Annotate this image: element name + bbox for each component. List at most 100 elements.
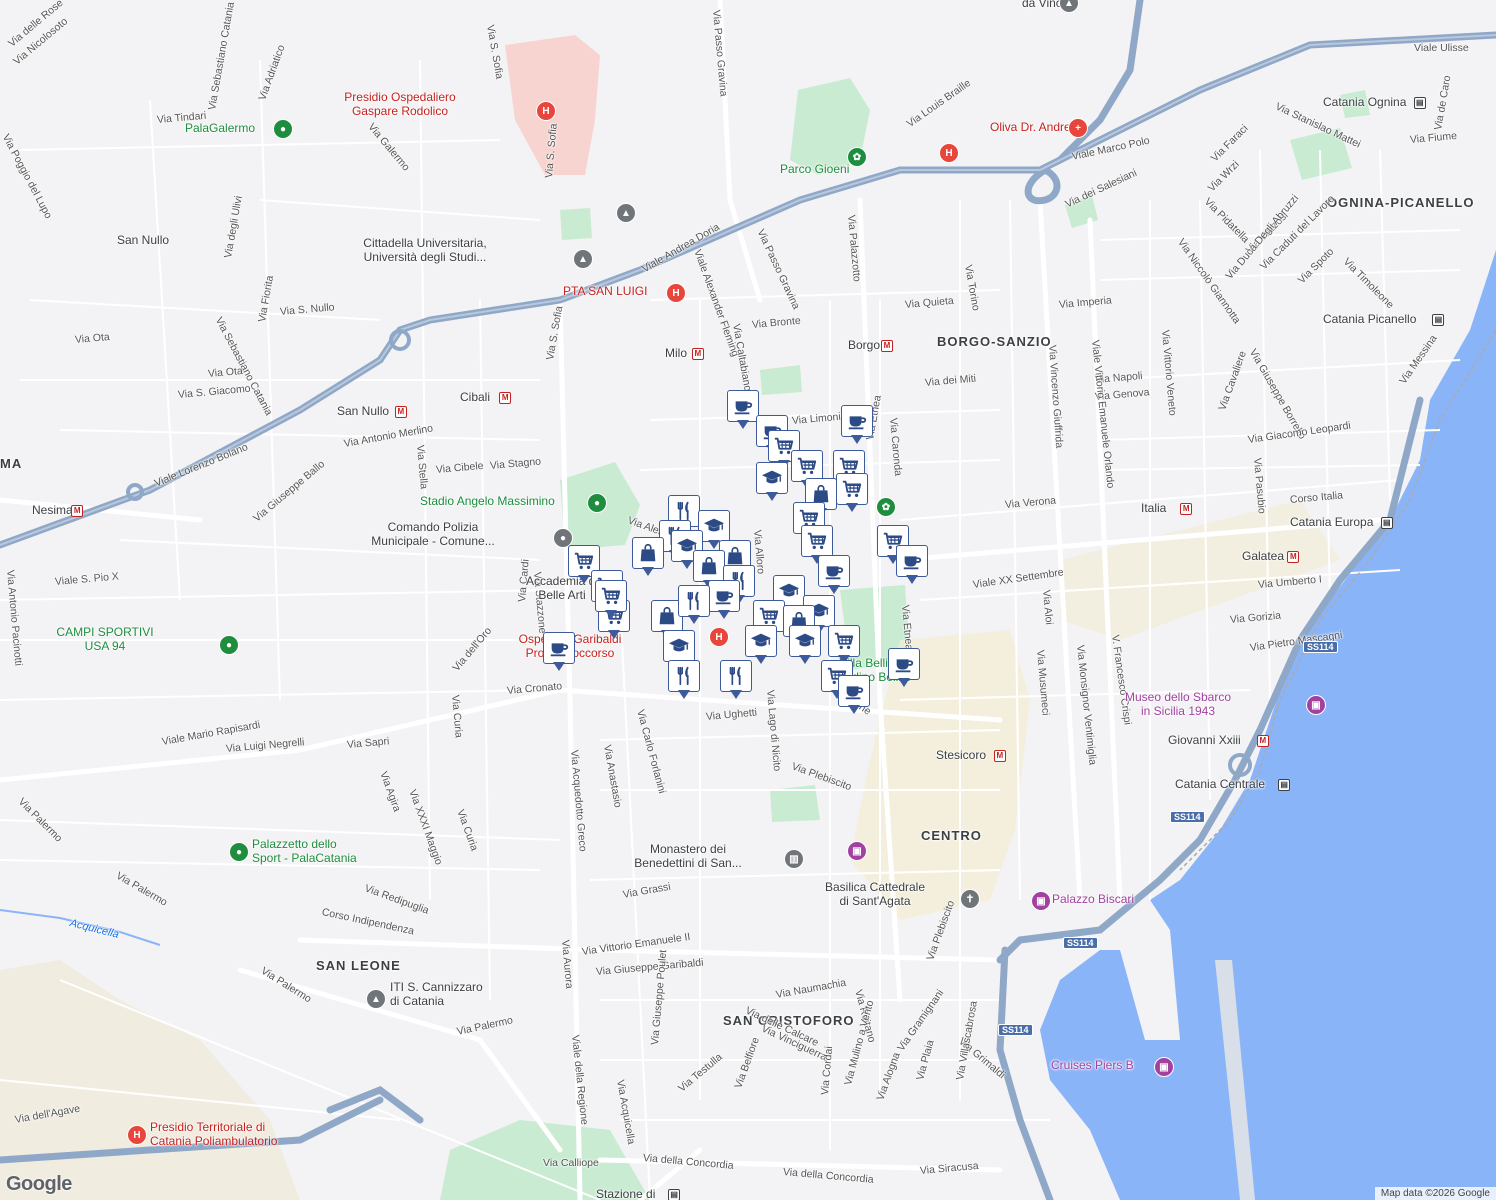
hospital-icon[interactable]: H: [127, 1125, 147, 1145]
sport-icon[interactable]: ●: [219, 635, 239, 655]
metro-label-stesicoro: Stesicoro: [936, 748, 987, 762]
park-icon[interactable]: ✿: [847, 147, 867, 167]
marker-pointer: [608, 630, 620, 639]
marker-pointer: [851, 435, 863, 444]
bag-marker[interactable]: [632, 537, 666, 577]
marker-pointer: [553, 662, 565, 671]
coffee-icon: [818, 555, 850, 587]
coffee-icon: [841, 405, 873, 437]
coffee-marker[interactable]: [841, 405, 875, 445]
park-icon[interactable]: ✿: [876, 497, 896, 517]
metro-icon[interactable]: M: [993, 750, 1006, 762]
marker-pointer: [737, 420, 749, 429]
marker-pointer: [688, 615, 700, 624]
district-label-nesima-fragment: MA: [0, 456, 23, 471]
marker-pointer: [730, 690, 742, 699]
road-shield-ss114c: SS114: [1063, 937, 1098, 949]
coffee-marker[interactable]: [888, 648, 922, 688]
metro-icon[interactable]: M: [1287, 551, 1300, 563]
district-label-ognina-picanello: OGNINA-PICANELLO: [1327, 195, 1475, 210]
coffee-marker[interactable]: [838, 675, 872, 715]
coffee-marker[interactable]: [543, 632, 577, 672]
education-marker[interactable]: [756, 462, 790, 502]
monument-icon[interactable]: ▥: [784, 849, 804, 869]
marker-pointer: [906, 575, 918, 584]
metro-label-nesima: Nesima: [32, 503, 73, 517]
google-logo[interactable]: Google: [6, 1173, 72, 1196]
map-attribution[interactable]: Map data ©2026 Google: [1374, 1187, 1496, 1200]
hospital-icon[interactable]: H: [709, 627, 729, 647]
metro-label-italia: Italia: [1141, 501, 1167, 515]
marker-pointer: [578, 575, 590, 584]
education-icon: [789, 625, 821, 657]
cart-marker[interactable]: [828, 625, 862, 665]
restaurant-icon: [720, 660, 752, 692]
metro-icon[interactable]: M: [71, 505, 84, 517]
train-station-icon[interactable]: ▤: [1432, 314, 1445, 326]
metro-icon[interactable]: M: [881, 340, 893, 352]
train-station-icon[interactable]: ▤: [668, 1189, 681, 1200]
museum-icon[interactable]: ▣: [1306, 695, 1326, 715]
sport-icon[interactable]: ●: [273, 119, 293, 139]
station-label-ognina: Catania Ognina: [1323, 95, 1407, 109]
coffee-marker[interactable]: [818, 555, 852, 595]
education-icon: [663, 630, 695, 662]
place-label-palagalermo: PalaGalermo: [185, 121, 256, 135]
restaurant-marker[interactable]: [720, 660, 754, 700]
sport-icon[interactable]: ●: [229, 842, 249, 862]
station-label-europa: Catania Europa: [1290, 515, 1374, 529]
place-label-benedettini: Monastero dei Benedettini di San...: [634, 842, 742, 870]
metro-icon[interactable]: M: [499, 392, 512, 404]
district-label-borgo-sanzio: BORGO-SANZIO: [937, 334, 1052, 349]
education-marker[interactable]: [745, 625, 779, 665]
coffee-marker[interactable]: [896, 545, 930, 585]
coffee-icon: [896, 545, 928, 577]
hospital-icon[interactable]: H: [939, 143, 959, 163]
metro-icon[interactable]: M: [394, 406, 407, 418]
field-west: [0, 960, 300, 1200]
cart-icon: [828, 625, 860, 657]
place-label-campi: CAMPI SPORTIVI USA 94: [56, 625, 154, 653]
education-icon[interactable]: ▲: [616, 203, 636, 223]
coffee-icon: [888, 648, 920, 680]
coffee-icon: [708, 580, 740, 612]
hospital-icon[interactable]: H: [536, 101, 556, 121]
restaurant-marker[interactable]: [668, 660, 702, 700]
highway-inner: [0, 34, 1496, 546]
marker-pointer: [799, 655, 811, 664]
train-station-icon[interactable]: ▤: [1380, 517, 1393, 529]
marker-pointer: [846, 503, 858, 512]
marker-pointer: [828, 585, 840, 594]
restaurant-icon: [678, 585, 710, 617]
metro-icon[interactable]: M: [1256, 735, 1269, 747]
map-canvas[interactable]: San Nullo BORGO-SANZIO OGNINA-PICANELLO CEN…: [0, 0, 1496, 1200]
station-label-picanello: Catania Picanello: [1323, 312, 1417, 326]
museum-icon[interactable]: ▣: [1031, 891, 1051, 911]
marker-pointer: [642, 567, 654, 576]
train-station-icon[interactable]: ▤: [1413, 97, 1426, 109]
museum-icon[interactable]: ▣: [847, 841, 867, 861]
metro-icon[interactable]: M: [1180, 503, 1193, 515]
place-label-rodolico: Presidio Ospedaliero Gaspare Rodolico: [344, 90, 456, 118]
park-cittadella: [560, 208, 592, 240]
train-station-icon[interactable]: ▤: [1278, 779, 1291, 791]
district-label-san-leone: SAN LEONE: [316, 958, 401, 973]
metro-icon[interactable]: M: [691, 348, 704, 360]
education-icon[interactable]: ▲: [573, 249, 593, 269]
coffee-icon: [838, 675, 870, 707]
sport-icon[interactable]: ●: [587, 493, 607, 513]
hospital-icon[interactable]: H: [666, 283, 686, 303]
road-shield-ss114d: SS114: [998, 1024, 1033, 1036]
metro-label-cibali: Cibali: [460, 390, 491, 404]
church-icon[interactable]: ✝: [960, 889, 980, 909]
cart-marker[interactable]: [836, 473, 870, 513]
coffee-marker[interactable]: [708, 580, 742, 620]
education-icon[interactable]: ▲: [366, 989, 386, 1009]
place-label-biscari: Palazzo Biscari: [1052, 892, 1135, 906]
education-marker[interactable]: [789, 625, 823, 665]
port-icon[interactable]: ▣: [1154, 1057, 1174, 1077]
cart-marker[interactable]: [595, 580, 629, 620]
restaurant-marker[interactable]: [678, 585, 712, 625]
place-label-museo: Museo dello Sbarco in Sicilia 1943: [1124, 690, 1232, 718]
medical-icon[interactable]: +: [1068, 118, 1088, 138]
